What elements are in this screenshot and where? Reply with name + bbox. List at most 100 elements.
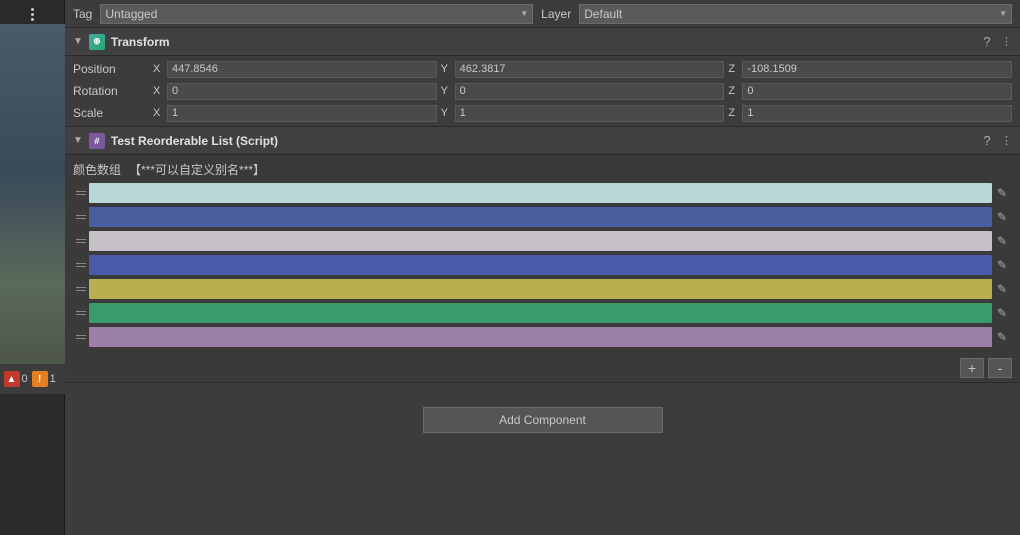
rotation-z-field: Z bbox=[728, 83, 1012, 100]
tag-label: Tag bbox=[73, 7, 92, 21]
edit-color-icon[interactable]: ✎ bbox=[992, 303, 1012, 323]
color-list-item: ✎ bbox=[73, 278, 1012, 300]
script-component: ▼ # Test Reorderable List (Script) ? ⋮ 颜… bbox=[65, 127, 1020, 383]
rotation-x-field: X bbox=[153, 83, 437, 100]
position-y-input[interactable] bbox=[455, 61, 725, 78]
color-rows: ✎ ✎ ✎ ✎ bbox=[73, 182, 1012, 348]
drag-line2 bbox=[76, 314, 86, 315]
edit-color-icon[interactable]: ✎ bbox=[992, 183, 1012, 203]
color-list-subtitle: 【***可以自定义别名***】 bbox=[129, 161, 265, 178]
scale-z-axis: Z bbox=[728, 107, 740, 119]
tag-layer-bar: Tag Untagged ▼ Layer Default ▼ bbox=[65, 0, 1020, 28]
scale-y-input[interactable] bbox=[455, 105, 725, 122]
edit-color-icon[interactable]: ✎ bbox=[992, 231, 1012, 251]
scene-view: ▲ 0 ! 1 bbox=[0, 24, 65, 394]
position-fields: X Y Z bbox=[153, 61, 1012, 78]
layer-dropdown[interactable]: Default ▼ bbox=[579, 4, 1012, 24]
drag-handle[interactable] bbox=[73, 285, 89, 293]
position-row: Position X Y Z bbox=[65, 58, 1020, 80]
position-z-input[interactable] bbox=[742, 61, 1012, 78]
drag-line2 bbox=[76, 242, 86, 243]
layer-value: Default bbox=[584, 7, 622, 21]
scale-z-input[interactable] bbox=[742, 105, 1012, 122]
color-bar[interactable] bbox=[89, 279, 992, 299]
edit-color-icon[interactable]: ✎ bbox=[992, 327, 1012, 347]
edit-color-icon[interactable]: ✎ bbox=[992, 207, 1012, 227]
error-badge: ▲ 0 bbox=[4, 371, 28, 387]
list-controls: + - bbox=[65, 354, 1020, 382]
layer-dropdown-arrow: ▼ bbox=[999, 9, 1007, 18]
dot3 bbox=[31, 18, 34, 21]
rotation-z-input[interactable] bbox=[742, 83, 1012, 100]
rotation-x-input[interactable] bbox=[167, 83, 437, 100]
drag-line2 bbox=[76, 218, 86, 219]
tag-dropdown[interactable]: Untagged ▼ bbox=[100, 4, 533, 24]
drag-handle[interactable] bbox=[73, 189, 89, 197]
add-item-button[interactable]: + bbox=[960, 358, 984, 378]
drag-handle[interactable] bbox=[73, 237, 89, 245]
rotation-y-input[interactable] bbox=[455, 83, 725, 100]
left-panel: ▲ 0 ! 1 bbox=[0, 0, 65, 535]
edit-color-icon[interactable]: ✎ bbox=[992, 279, 1012, 299]
drag-line2 bbox=[76, 338, 86, 339]
error-count: 0 bbox=[22, 373, 28, 385]
position-x-input[interactable] bbox=[167, 61, 437, 78]
status-bar: ▲ 0 ! 1 bbox=[0, 364, 65, 394]
drag-line1 bbox=[76, 191, 86, 192]
context-menu-dots[interactable] bbox=[22, 4, 42, 24]
color-list-item: ✎ bbox=[73, 206, 1012, 228]
transform-component: ▼ ⊕ Transform ? ⋮ Position X Y bbox=[65, 28, 1020, 127]
color-bar[interactable] bbox=[89, 207, 992, 227]
drag-line1 bbox=[76, 311, 86, 312]
script-menu-icon[interactable]: ⋮ bbox=[1001, 134, 1012, 147]
warn-icon: ! bbox=[32, 371, 48, 387]
color-bar[interactable] bbox=[89, 327, 992, 347]
position-y-axis: Y bbox=[441, 63, 453, 75]
color-bar[interactable] bbox=[89, 183, 992, 203]
warn-badge: ! 1 bbox=[32, 371, 56, 387]
drag-line1 bbox=[76, 287, 86, 288]
add-component-section: Add Component bbox=[65, 391, 1020, 449]
scale-x-input[interactable] bbox=[167, 105, 437, 122]
position-y-field: Y bbox=[441, 61, 725, 78]
color-list-item: ✎ bbox=[73, 182, 1012, 204]
transform-arrow[interactable]: ▼ bbox=[73, 36, 83, 47]
rotation-y-field: Y bbox=[441, 83, 725, 100]
script-help-icon[interactable]: ? bbox=[979, 133, 995, 148]
script-arrow[interactable]: ▼ bbox=[73, 135, 83, 146]
drag-handle[interactable] bbox=[73, 333, 89, 341]
color-list-item: ✎ bbox=[73, 326, 1012, 348]
drag-line1 bbox=[76, 263, 86, 264]
rotation-z-axis: Z bbox=[728, 85, 740, 97]
tag-value: Untagged bbox=[105, 7, 157, 21]
tag-dropdown-arrow: ▼ bbox=[520, 9, 528, 18]
dot2 bbox=[31, 13, 34, 16]
dot1 bbox=[31, 8, 34, 11]
rotation-label: Rotation bbox=[73, 84, 153, 98]
position-z-field: Z bbox=[728, 61, 1012, 78]
drag-handle[interactable] bbox=[73, 309, 89, 317]
drag-handle[interactable] bbox=[73, 213, 89, 221]
color-bar[interactable] bbox=[89, 303, 992, 323]
remove-item-button[interactable]: - bbox=[988, 358, 1012, 378]
color-bar[interactable] bbox=[89, 231, 992, 251]
transform-help-icon[interactable]: ? bbox=[979, 34, 995, 49]
drag-handle[interactable] bbox=[73, 261, 89, 269]
transform-menu-icon[interactable]: ⋮ bbox=[1001, 35, 1012, 48]
rotation-x-axis: X bbox=[153, 85, 165, 97]
drag-line2 bbox=[76, 266, 86, 267]
drag-line1 bbox=[76, 239, 86, 240]
script-icon: # bbox=[89, 133, 105, 149]
drag-line1 bbox=[76, 215, 86, 216]
drag-line2 bbox=[76, 194, 86, 195]
color-bar[interactable] bbox=[89, 255, 992, 275]
position-label: Position bbox=[73, 62, 153, 76]
scale-fields: X Y Z bbox=[153, 105, 1012, 122]
edit-color-icon[interactable]: ✎ bbox=[992, 255, 1012, 275]
color-list-label: 颜色数组 bbox=[73, 161, 121, 178]
add-component-label: Add Component bbox=[499, 413, 586, 427]
rotation-y-axis: Y bbox=[441, 85, 453, 97]
scale-x-axis: X bbox=[153, 107, 165, 119]
position-z-axis: Z bbox=[728, 63, 740, 75]
add-component-button[interactable]: Add Component bbox=[423, 407, 663, 433]
